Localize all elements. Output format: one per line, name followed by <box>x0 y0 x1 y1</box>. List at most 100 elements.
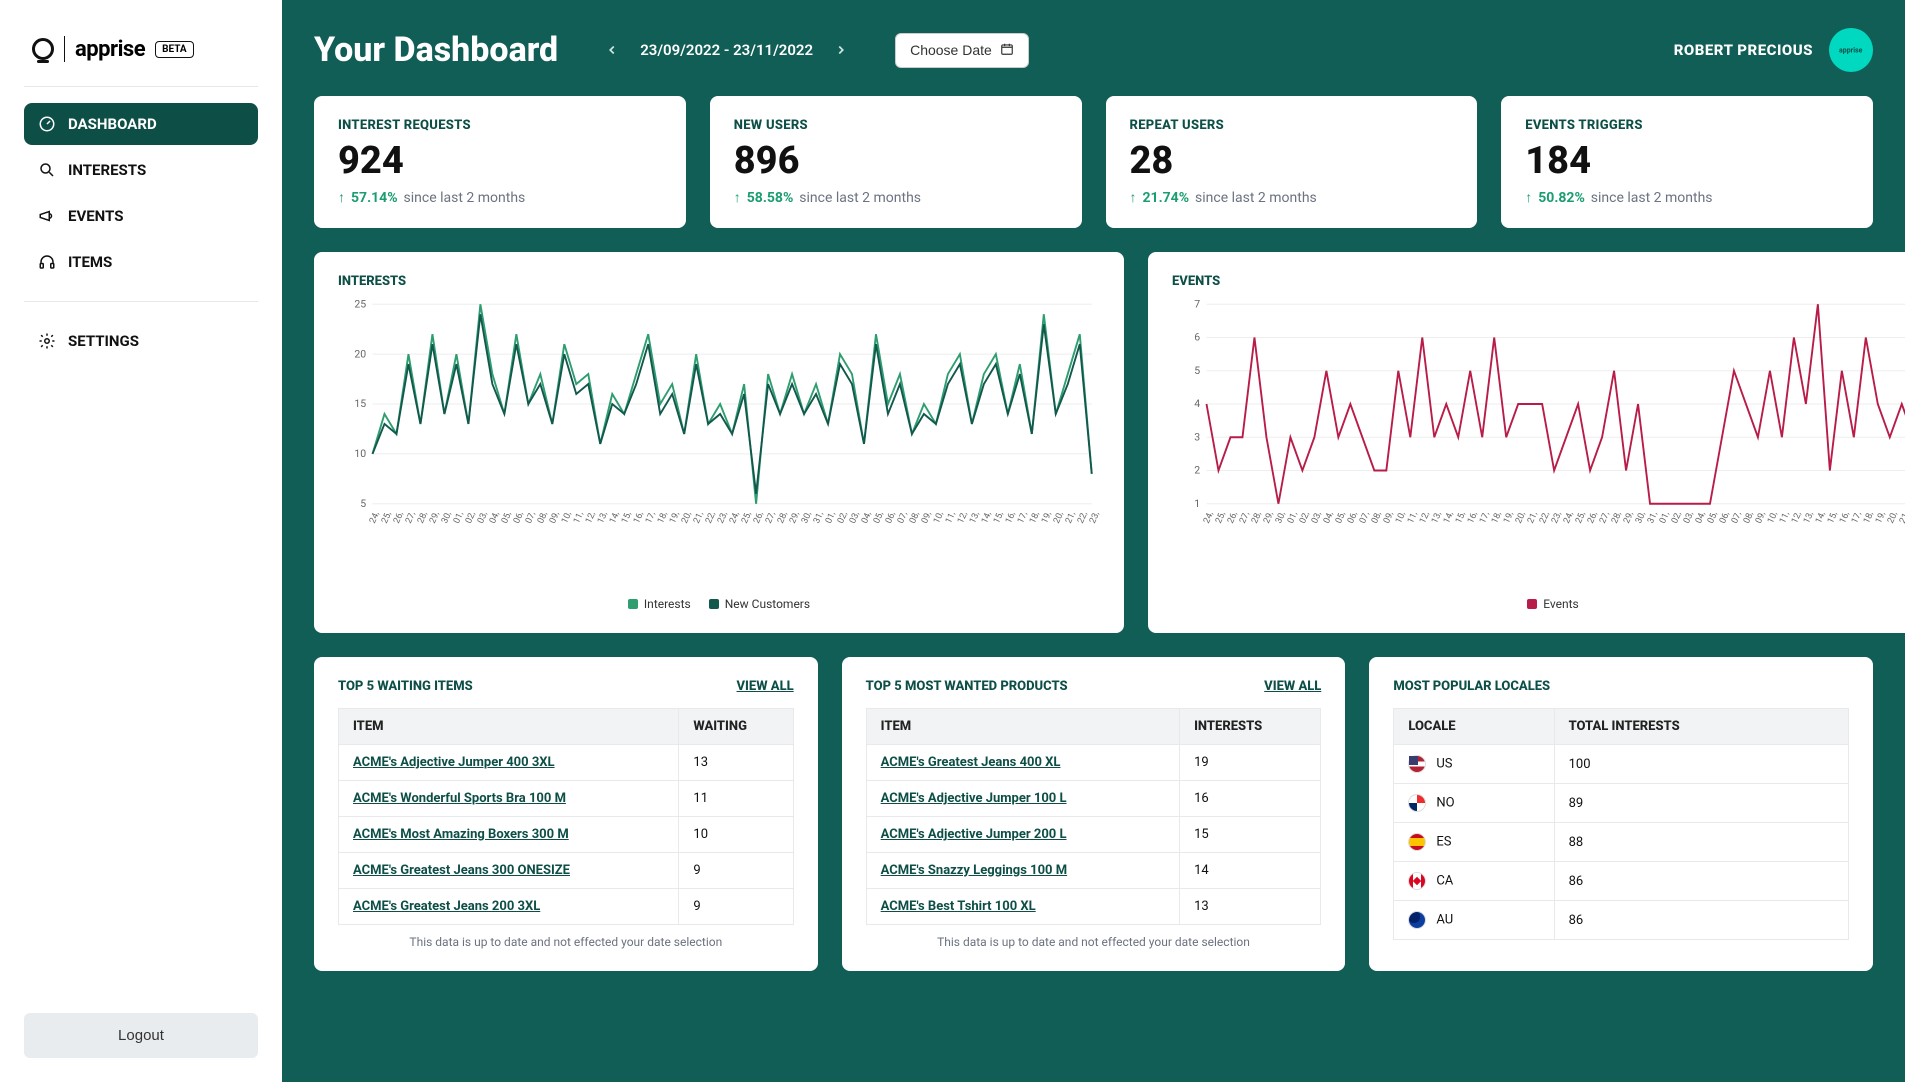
item-link[interactable]: ACME's Wonderful Sports Bra 100 M <box>353 791 566 806</box>
kpi-since: since last 2 months <box>1195 190 1317 206</box>
headphones-icon <box>38 253 56 271</box>
bottom-row: TOP 5 WAITING ITEMS VIEW ALL ITEM WAITIN… <box>314 657 1873 971</box>
item-link[interactable]: ACME's Greatest Jeans 300 ONESIZE <box>353 863 570 878</box>
cell-item: ACME's Most Amazing Boxers 300 M <box>339 817 679 853</box>
cell-value: 86 <box>1554 862 1848 901</box>
col-waiting: WAITING <box>679 709 793 745</box>
chart-title: EVENTS <box>1172 274 1905 289</box>
kpi-since: since last 2 months <box>1591 190 1713 206</box>
cell-value: 13 <box>679 745 793 781</box>
svg-text:1: 1 <box>1194 497 1200 510</box>
table-row: ACME's Greatest Jeans 200 3XL9 <box>339 889 794 925</box>
cell-item: ACME's Snazzy Leggings 100 M <box>866 853 1179 889</box>
table-row: ACME's Adjective Jumper 200 L15 <box>866 817 1321 853</box>
cell-value: 9 <box>679 853 793 889</box>
cell-value: 89 <box>1554 784 1848 823</box>
kpi-interest-requests: INTEREST REQUESTS 924 ↑ 57.14% since las… <box>314 96 686 228</box>
table-row: ACME's Greatest Jeans 400 XL 19 <box>866 745 1321 781</box>
chart-body: 510152025 24/09/202225/09/202226/09/2022… <box>338 299 1100 559</box>
cell-item: ES <box>1394 823 1554 862</box>
legend-item: New Customers <box>709 597 810 611</box>
table-footnote: This data is up to date and not effected… <box>866 935 1322 949</box>
flag-icon <box>1408 872 1426 890</box>
item-link[interactable]: ACME's Greatest Jeans 200 3XL <box>353 899 540 914</box>
flag-icon <box>1408 833 1426 851</box>
svg-text:10: 10 <box>354 447 366 460</box>
legend-item: Interests <box>628 597 691 611</box>
wanted-products-table: ITEM INTERESTS ACME's Greatest Jeans 400… <box>866 708 1322 925</box>
logout-button[interactable]: Logout <box>24 1013 258 1058</box>
view-all-link[interactable]: VIEW ALL <box>1264 679 1321 694</box>
nav-item-interests[interactable]: INTERESTS <box>24 149 258 191</box>
arrow-up-icon: ↑ <box>1130 189 1137 206</box>
svg-text:5: 5 <box>360 497 366 510</box>
nav-item-dashboard[interactable]: DASHBOARD <box>24 103 258 145</box>
arrow-up-icon: ↑ <box>734 189 741 206</box>
kpi-delta: 58.58% <box>747 190 794 206</box>
header: Your Dashboard 23/09/2022 - 23/11/2022 C… <box>314 28 1873 72</box>
nav-label: ITEMS <box>68 253 112 271</box>
table-row: ACME's Snazzy Leggings 100 M14 <box>866 853 1321 889</box>
nav-label: SETTINGS <box>68 332 139 350</box>
kpi-value: 896 <box>734 139 1058 183</box>
item-link[interactable]: ACME's Best Tshirt 100 XL <box>881 899 1036 914</box>
cell-item: ACME's Best Tshirt 100 XL <box>866 889 1179 925</box>
cell-item: US <box>1394 745 1554 784</box>
nav-item-events[interactable]: EVENTS <box>24 195 258 237</box>
item-link[interactable]: ACME's Most Amazing Boxers 300 M <box>353 827 569 842</box>
table-row: NO89 <box>1394 784 1849 823</box>
nav-item-items[interactable]: ITEMS <box>24 241 258 283</box>
sidebar: apprise BETA DASHBOARD INTERESTS EVENTS <box>0 0 282 1082</box>
table-title: MOST POPULAR LOCALES <box>1393 679 1550 694</box>
kpi-since: since last 2 months <box>799 190 921 206</box>
date-next-button[interactable] <box>827 36 855 64</box>
chart-interests: INTERESTS 510152025 24/09/202225/09/2022… <box>314 252 1124 633</box>
item-link[interactable]: ACME's Adjective Jumper 100 L <box>881 791 1067 806</box>
table-row: ACME's Adjective Jumper 400 3XL 13 <box>339 745 794 781</box>
date-range-label: 23/09/2022 - 23/11/2022 <box>640 41 813 59</box>
chart-title: INTERESTS <box>338 274 1100 289</box>
kpi-value: 28 <box>1130 139 1454 183</box>
item-link[interactable]: ACME's Snazzy Leggings 100 M <box>881 863 1067 878</box>
cell-item: ACME's Greatest Jeans 300 ONESIZE <box>339 853 679 889</box>
kpi-value: 924 <box>338 139 662 183</box>
x-axis-labels: 24/09/202225/09/202226/09/202227/09/2022… <box>1202 513 1905 531</box>
x-axis-labels: 24/09/202225/09/202226/09/202227/09/2022… <box>368 513 1100 531</box>
locale-code: US <box>1436 756 1452 771</box>
svg-text:4: 4 <box>1194 397 1200 410</box>
item-link[interactable]: ACME's Greatest Jeans 400 XL <box>881 755 1061 770</box>
table-row: ACME's Wonderful Sports Bra 100 M 11 <box>339 781 794 817</box>
svg-text:6: 6 <box>1194 331 1200 344</box>
wanted-products-card: TOP 5 MOST WANTED PRODUCTS VIEW ALL ITEM… <box>842 657 1346 971</box>
cell-item: ACME's Wonderful Sports Bra 100 M <box>339 781 679 817</box>
legend-label: Interests <box>644 597 691 611</box>
legend-swatch-icon <box>709 599 719 609</box>
main: Your Dashboard 23/09/2022 - 23/11/2022 C… <box>282 0 1905 1082</box>
calendar-icon <box>1000 42 1014 59</box>
cell-value: 19 <box>1180 745 1321 781</box>
chart-legend: Interests New Customers <box>338 597 1100 611</box>
nav-item-settings[interactable]: SETTINGS <box>24 320 258 362</box>
avatar-text: apprise <box>1839 46 1862 54</box>
table-title: TOP 5 MOST WANTED PRODUCTS <box>866 679 1068 694</box>
cell-item: ACME's Adjective Jumper 100 L <box>866 781 1179 817</box>
cell-value: 10 <box>679 817 793 853</box>
locale-code: ES <box>1436 834 1451 849</box>
locales-table: LOCALE TOTAL INTERESTS US100NO89ES88CA86… <box>1393 708 1849 940</box>
choose-date-button[interactable]: Choose Date <box>895 33 1029 68</box>
nav-divider <box>24 301 258 302</box>
svg-text:25: 25 <box>354 297 366 310</box>
avatar[interactable]: apprise <box>1829 28 1873 72</box>
view-all-link[interactable]: VIEW ALL <box>737 679 794 694</box>
kpi-row: INTEREST REQUESTS 924 ↑ 57.14% since las… <box>314 96 1873 228</box>
logo-mark-icon <box>32 38 54 60</box>
item-link[interactable]: ACME's Adjective Jumper 400 3XL <box>353 755 555 770</box>
item-link[interactable]: ACME's Adjective Jumper 200 L <box>881 827 1067 842</box>
cell-item: ACME's Greatest Jeans 200 3XL <box>339 889 679 925</box>
svg-text:2: 2 <box>1194 464 1200 477</box>
cell-value: 11 <box>679 781 793 817</box>
user-name: ROBERT PRECIOUS <box>1674 41 1813 59</box>
kpi-delta: 57.14% <box>351 190 398 206</box>
kpi-events-triggers: EVENTS TRIGGERS 184 ↑ 50.82% since last … <box>1501 96 1873 228</box>
date-prev-button[interactable] <box>598 36 626 64</box>
